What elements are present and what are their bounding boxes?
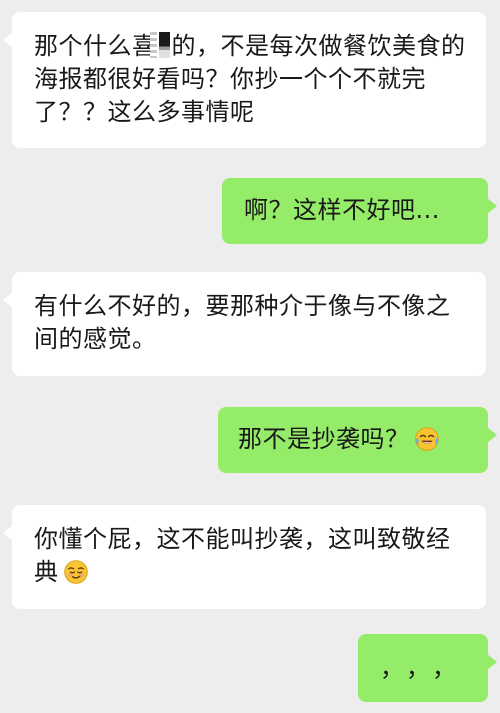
smirking-emoji <box>63 560 88 584</box>
message-text: 有什么不好的，要那种介于像与不像之间的感觉。 <box>34 292 451 353</box>
message-bubble-incoming[interactable]: 你懂个屁，这不能叫抄袭，这叫致敬经典 <box>3 505 486 609</box>
message-text-part: 你懂个屁，这不能叫抄袭，这叫致敬经典 <box>34 525 451 586</box>
chat-message-list: 那个什么喜 的，不是每次做餐饮美食的海报都很好看吗？你抄一个个不就完了？？这么多事… <box>0 0 500 713</box>
message-bubble-incoming[interactable]: 那个什么喜 的，不是每次做餐饮美食的海报都很好看吗？你抄一个个不就完了？？这么多事… <box>3 12 486 148</box>
message-bubble-outgoing[interactable]: 啊？这样不好吧... <box>222 178 497 244</box>
message-bubble-outgoing[interactable]: ，，， <box>358 634 497 702</box>
message-text: 那不是抄袭吗？ <box>238 423 474 456</box>
crying-laughing-emoji <box>414 427 439 451</box>
message-text: 那个什么喜 的，不是每次做餐饮美食的海报都很好看吗？你抄一个个不就完了？？这么多事… <box>34 30 466 129</box>
message-text: 你懂个屁，这不能叫抄袭，这叫致敬经典 <box>34 523 466 589</box>
message-bubble-outgoing[interactable]: 那不是抄袭吗？ <box>218 407 497 473</box>
message-bubble-incoming[interactable]: 有什么不好的，要那种介于像与不像之间的感觉。 <box>3 272 486 376</box>
message-text-part: 那不是抄袭吗？ <box>238 425 410 453</box>
message-text: 啊？这样不好吧... <box>244 196 440 224</box>
redaction-mark <box>149 32 170 58</box>
message-text: ，，， <box>380 654 470 682</box>
message-text-part: 那个什么喜 <box>34 32 157 60</box>
